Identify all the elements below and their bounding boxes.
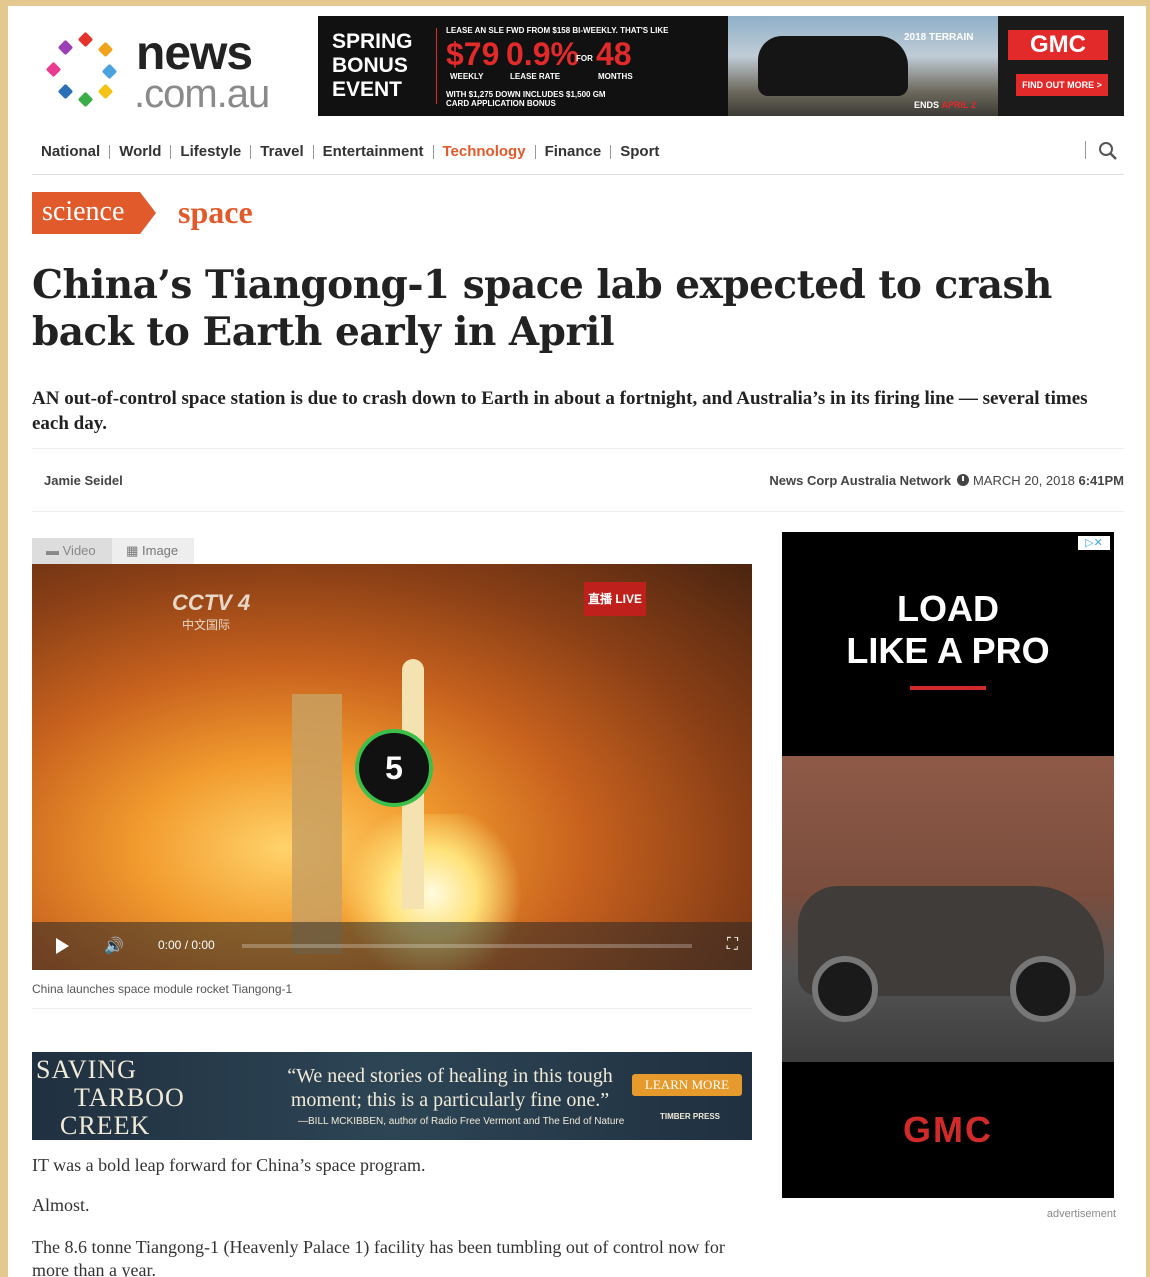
side-ad[interactable]: ▷✕ LOAD LIKE A PRO GMC <box>782 532 1114 1198</box>
tab-video-label: Video <box>62 543 96 558</box>
tab-image[interactable]: ▦ Image <box>112 538 195 564</box>
side-ad-accent-bar <box>910 686 986 690</box>
ad-offer-panel: SPRING BONUS EVENT LEASE AN SLE FWD FROM… <box>318 16 728 116</box>
search-button[interactable] <box>1085 141 1118 160</box>
ad-terrain-label: 2018 TERRAIN <box>904 32 974 43</box>
nav-item-travel[interactable]: Travel <box>251 144 314 159</box>
nav-item-lifestyle[interactable]: Lifestyle <box>171 144 252 159</box>
nav-item-sport[interactable]: Sport <box>611 144 668 159</box>
book-title: SAVING TARBOO CREEK <box>36 1056 185 1140</box>
time-current: 0:00 <box>158 938 182 952</box>
nav-items: National World Lifestyle Travel Entertainmen… <box>32 143 668 161</box>
side-ad-gmc-logo: GMC <box>903 1109 993 1150</box>
tab-video[interactable]: ▬ Video <box>32 538 112 564</box>
body-paragraph: IT was a bold leap forward for China’s s… <box>32 1155 426 1175</box>
top-banner-ad[interactable]: SPRING BONUS EVENT LEASE AN SLE FWD FROM… <box>318 16 1124 116</box>
article-headline: China’s Tiangong-1 space lab expected to… <box>32 262 1052 355</box>
ad-find-out-more-button[interactable]: FIND OUT MORE > <box>1016 74 1108 96</box>
wheel-shape <box>812 956 878 1022</box>
adchoices-icon[interactable]: ▷✕ <box>1078 536 1110 550</box>
ad-for-label: FOR <box>576 54 593 63</box>
ad-weekly-label: WEEKLY <box>450 72 484 81</box>
main-nav: National World Lifestyle Travel Entertainmen… <box>32 138 1124 175</box>
ad-bonus-text: BONUS <box>332 54 408 77</box>
ad-fine-print: WITH $1,275 DOWN INCLUDES $1,500 GM CARD… <box>446 90 606 108</box>
logo-dots-icon <box>44 31 118 114</box>
play-icon[interactable] <box>56 938 69 954</box>
body-paragraph: Almost. <box>32 1195 90 1215</box>
channel-sub: 中文国际 <box>182 618 231 632</box>
nav-item-technology[interactable]: Technology <box>434 144 536 159</box>
page: news .com.au SPRING BONUS EVENT LEASE AN… <box>8 6 1146 1277</box>
ad-spring-text: SPRING <box>332 30 413 53</box>
ad-ends-label: ENDS APRIL 2 <box>914 100 976 110</box>
book-title-line1: SAVING <box>36 1055 137 1084</box>
logo-text-domain: .com.au <box>134 72 270 116</box>
section-arrow <box>140 192 156 234</box>
book-title-line2: TARBOO <box>74 1083 185 1112</box>
video-time: 0:00 / 0:00 <box>158 938 215 952</box>
book-attribution: —BILL MCKIBBEN, author of Radio Free Ver… <box>298 1116 625 1127</box>
learn-more-button[interactable]: LEARN MORE <box>632 1074 742 1096</box>
volume-icon[interactable]: 🔊 <box>104 936 124 956</box>
side-ad-headline-1: LOAD <box>897 588 999 629</box>
ad-ends-date: APRIL 2 <box>941 100 976 110</box>
time-total: 0:00 <box>191 938 215 952</box>
publish-time: 6:41PM <box>1078 473 1124 488</box>
ad-event-text: EVENT <box>332 78 403 101</box>
ad-lease-line: LEASE AN SLE FWD FROM $158 BI-WEEKLY. TH… <box>446 26 669 35</box>
nav-item-finance[interactable]: Finance <box>536 144 612 159</box>
fullscreen-icon[interactable]: ⛶ <box>727 936 738 954</box>
section-science-link[interactable]: science <box>32 192 140 234</box>
ad-weekly-value: $79 <box>446 36 500 72</box>
side-ad-photo <box>782 756 1114 1062</box>
article-meta: News Corp Australia Network MARCH 20, 201… <box>769 473 1124 488</box>
video-controls: 🔊 0:00 / 0:00 ⛶ <box>32 922 752 970</box>
publisher-logo: TIMBER PRESS <box>660 1112 721 1121</box>
author-link[interactable]: Jamie Seidel <box>44 473 123 488</box>
nav-item-world[interactable]: World <box>110 144 172 159</box>
nav-item-entertainment[interactable]: Entertainment <box>314 144 434 159</box>
network-name: News Corp Australia Network <box>769 473 951 488</box>
book-ad[interactable]: SAVING TARBOO CREEK “We need stories of … <box>32 1052 752 1140</box>
article-byline: Jamie Seidel News Corp Australia Network… <box>32 448 1124 512</box>
media-tabs: ▬ Video ▦ Image <box>32 538 195 564</box>
video-caption: China launches space module rocket Tiang… <box>32 982 293 996</box>
video-player[interactable]: CCTV 4 中文国际 直播 LIVE 5 🔊 0:00 / 0:00 ⛶ <box>32 564 752 970</box>
live-badge: 直播 LIVE <box>584 582 646 616</box>
ad-spring-bonus: SPRING BONUS EVENT <box>332 30 413 102</box>
book-title-line3: CREEK <box>60 1111 151 1140</box>
publish-date: MARCH 20, 2018 <box>972 473 1075 488</box>
clock-icon <box>956 474 969 486</box>
divider <box>32 1008 752 1009</box>
nav-item-national[interactable]: National <box>32 144 111 159</box>
ad-rate-value: 0.9% <box>506 36 579 72</box>
search-icon <box>1099 142 1117 160</box>
ad-ends-text: ENDS <box>914 100 940 110</box>
ad-suv-shape <box>758 36 908 96</box>
ad-months-value: 48 <box>596 36 632 72</box>
ad-gmc-logo: GMC <box>1008 30 1108 60</box>
ad-brand-panel: GMC FIND OUT MORE > <box>998 16 1124 116</box>
section-space-link[interactable]: space <box>178 192 253 232</box>
body-paragraph: The 8.6 tonne Tiangong-1 (Heavenly Palac… <box>32 1237 725 1277</box>
countdown-badge: 5 <box>355 729 433 807</box>
book-quote: “We need stories of healing in this toug… <box>287 1065 613 1111</box>
site-logo[interactable]: news .com.au <box>44 26 294 116</box>
side-ad-headline: LOAD LIKE A PRO <box>782 588 1114 672</box>
video-progress-bar[interactable] <box>242 944 692 948</box>
ad-months-label: MONTHS <box>598 72 633 81</box>
wheel-shape <box>1010 956 1076 1022</box>
ad-divider <box>436 28 437 104</box>
side-ad-headline-2: LIKE A PRO <box>846 630 1050 671</box>
article-standfirst: AN out-of-control space station is due t… <box>32 388 1088 434</box>
advertisement-label: advertisement <box>1046 1208 1116 1220</box>
ad-rate-label: LEASE RATE <box>510 72 561 81</box>
tab-image-label: Image <box>142 543 179 558</box>
channel-logo: CCTV 4 <box>172 590 251 615</box>
